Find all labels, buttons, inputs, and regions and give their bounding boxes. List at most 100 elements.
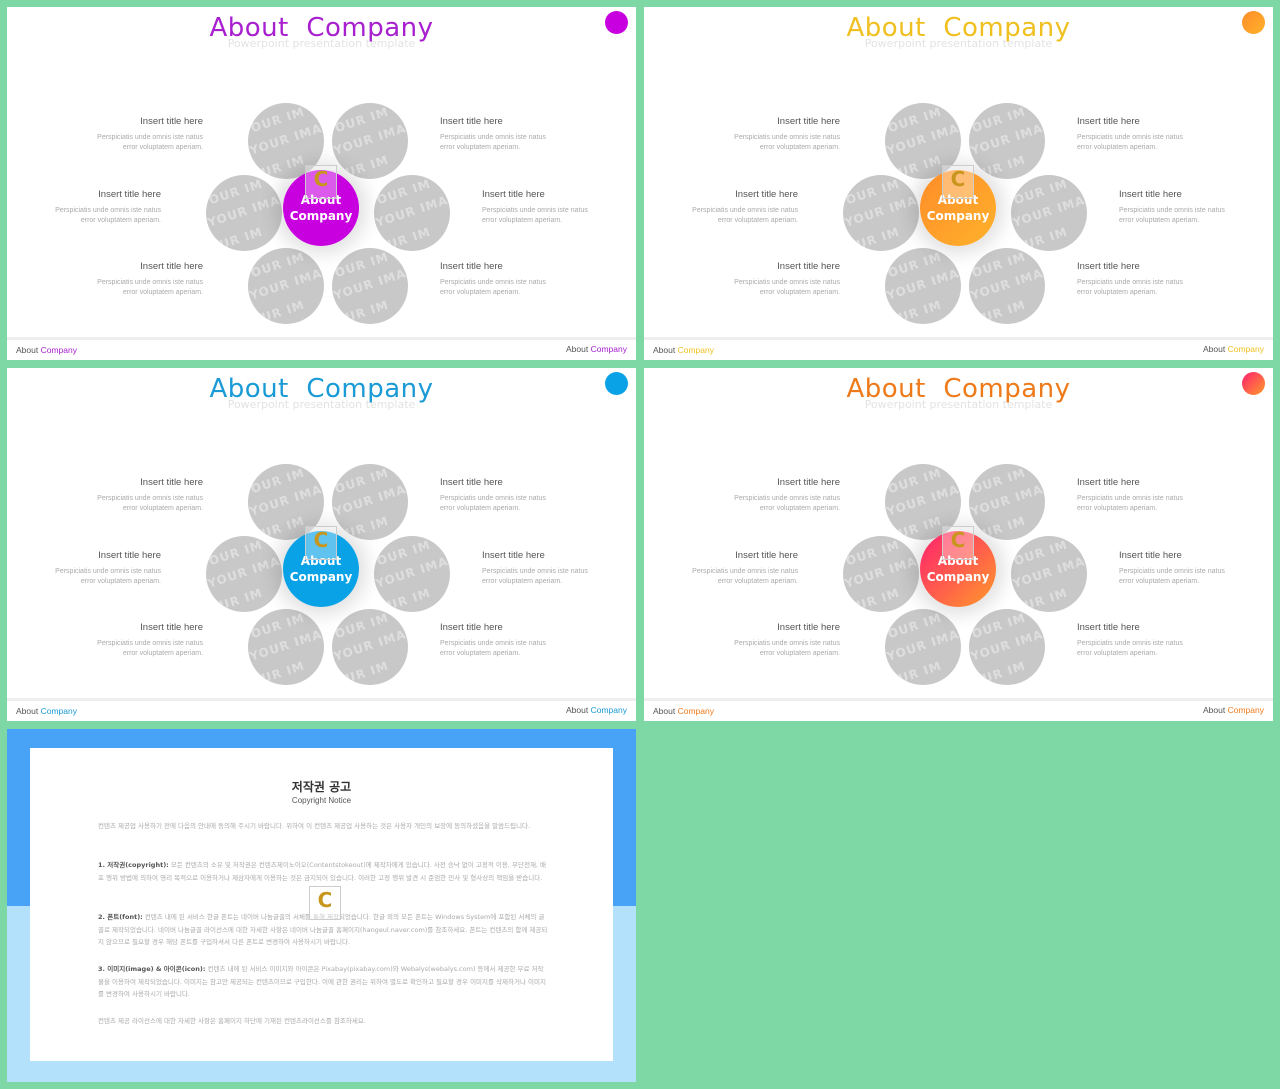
item-desc-line-2: error voluptatem aperiam.: [122, 505, 203, 512]
item-desc-line-2: error voluptatem aperiam.: [1077, 289, 1158, 296]
item-desc-line-1: Perspiciatis unde omnis iste natus: [55, 207, 161, 214]
item-title: Insert title here: [777, 477, 840, 488]
logo-icon: C: [942, 165, 974, 199]
image-placeholder[interactable]: YOUR IM E YOUR IMA YOUR IM: [248, 248, 324, 324]
item-desc-line-1: Perspiciatis unde omnis iste natus: [1119, 568, 1225, 575]
slide-subtitle: Powerpoint presentation template: [227, 398, 416, 411]
item-desc-line-1: Perspiciatis unde omnis iste natus: [734, 134, 840, 141]
text-item: Insert title here Perspiciatis unde omni…: [482, 189, 636, 226]
image-placeholder[interactable]: YOUR IM E YOUR IMA YOUR IM: [206, 175, 282, 251]
slide-footer: About Company About Company: [7, 698, 636, 721]
image-placeholder[interactable]: YOUR IM E YOUR IMA YOUR IM: [969, 464, 1045, 540]
accent-dot-icon: [605, 11, 628, 34]
footer-about: About: [653, 345, 676, 355]
footer-company: Company: [40, 706, 77, 716]
item-desc-line-1: Perspiciatis unde omnis iste natus: [734, 495, 840, 502]
item-title: Insert title here: [440, 477, 503, 488]
footer-right: About Company: [566, 705, 627, 715]
text-item: Insert title here Perspiciatis unde omni…: [43, 622, 203, 659]
slide-3: About Company Powerpoint presentation tem…: [7, 368, 636, 721]
footer-about: About: [653, 706, 676, 716]
item-title: Insert title here: [735, 550, 798, 561]
text-item: Insert title here Perspiciatis unde omni…: [1119, 550, 1273, 587]
image-placeholder[interactable]: YOUR IM E YOUR IMA YOUR IM: [843, 175, 919, 251]
footer-left: About Company: [16, 706, 77, 716]
item-desc-line-2: error voluptatem aperiam.: [1077, 144, 1158, 151]
item-title: Insert title here: [98, 550, 161, 561]
image-placeholder[interactable]: YOUR IM E YOUR IMA YOUR IM: [969, 609, 1045, 685]
image-placeholder[interactable]: YOUR IM E YOUR IMA YOUR IM: [374, 536, 450, 612]
footer-company: Company: [1227, 705, 1264, 715]
item-desc-line-1: Perspiciatis unde omnis iste natus: [440, 279, 546, 286]
item-desc-line-2: error voluptatem aperiam.: [1119, 217, 1200, 224]
footer-left: About Company: [653, 706, 714, 716]
text-item: Insert title here Perspiciatis unde omni…: [440, 622, 600, 659]
image-placeholder[interactable]: YOUR IM E YOUR IMA YOUR IM: [374, 175, 450, 251]
footer-right: About Company: [1203, 344, 1264, 354]
item-desc-line-1: Perspiciatis unde omnis iste natus: [97, 134, 203, 141]
text-item: Insert title here Perspiciatis unde omni…: [440, 116, 600, 153]
item-desc-line-2: error voluptatem aperiam.: [759, 505, 840, 512]
item-title: Insert title here: [1077, 477, 1140, 488]
image-placeholder[interactable]: YOUR IM E YOUR IMA YOUR IM: [248, 609, 324, 685]
footer-company: Company: [590, 705, 627, 715]
item-desc-line-2: error voluptatem aperiam.: [440, 144, 521, 151]
text-item: Insert title here Perspiciatis unde omni…: [680, 116, 840, 153]
image-placeholder[interactable]: YOUR IM E YOUR IMA YOUR IM: [206, 536, 282, 612]
text-item: Insert title here Perspiciatis unde omni…: [43, 477, 203, 514]
item-title: Insert title here: [440, 622, 503, 633]
item-desc-line-2: error voluptatem aperiam.: [122, 650, 203, 657]
item-title: Insert title here: [777, 116, 840, 127]
image-placeholder[interactable]: YOUR IM E YOUR IMA YOUR IM: [1011, 175, 1087, 251]
footer-right: About Company: [566, 344, 627, 354]
item-desc-line-2: error voluptatem aperiam.: [80, 217, 161, 224]
accent-dot-icon: [605, 372, 628, 395]
item-title: Insert title here: [440, 261, 503, 272]
text-item: Insert title here Perspiciatis unde omni…: [440, 477, 600, 514]
text-item: Insert title here Perspiciatis unde omni…: [644, 550, 798, 587]
image-placeholder[interactable]: YOUR IM E YOUR IMA YOUR IM: [969, 103, 1045, 179]
text-item: Insert title here Perspiciatis unde omni…: [7, 550, 161, 587]
text-item: Insert title here Perspiciatis unde omni…: [680, 261, 840, 298]
footer-left: About Company: [16, 345, 77, 355]
item-desc-line-2: error voluptatem aperiam.: [440, 505, 521, 512]
item-title: Insert title here: [1077, 622, 1140, 633]
item-desc-line-1: Perspiciatis unde omnis iste natus: [55, 568, 161, 575]
text-item: Insert title here Perspiciatis unde omni…: [1077, 116, 1237, 153]
copyright-title: 저작권 공고: [291, 780, 352, 794]
slide-1: About Company Powerpoint presentation tem…: [7, 7, 636, 360]
item-desc-line-1: Perspiciatis unde omnis iste natus: [482, 568, 588, 575]
item-desc-line-1: Perspiciatis unde omnis iste natus: [97, 279, 203, 286]
item-title: Insert title here: [98, 189, 161, 200]
footer-about: About: [566, 705, 589, 715]
footer-about: About: [566, 344, 589, 354]
item-desc-line-1: Perspiciatis unde omnis iste natus: [482, 207, 588, 214]
text-item: Insert title here Perspiciatis unde omni…: [43, 116, 203, 153]
image-placeholder[interactable]: YOUR IM E YOUR IMA YOUR IM: [843, 536, 919, 612]
item-desc-line-1: Perspiciatis unde omnis iste natus: [1077, 495, 1183, 502]
item-title: Insert title here: [1119, 189, 1182, 200]
image-placeholder[interactable]: YOUR IM E YOUR IMA YOUR IM: [969, 248, 1045, 324]
image-placeholder[interactable]: YOUR IM E YOUR IMA YOUR IM: [885, 609, 961, 685]
footer-company: Company: [1227, 344, 1264, 354]
image-placeholder[interactable]: YOUR IM E YOUR IMA YOUR IM: [332, 103, 408, 179]
image-placeholder[interactable]: YOUR IM E YOUR IMA YOUR IM: [332, 464, 408, 540]
item-desc-line-2: error voluptatem aperiam.: [759, 144, 840, 151]
item-desc-line-1: Perspiciatis unde omnis iste natus: [692, 568, 798, 575]
section-1-heading: 1. 저작권(copyright):: [98, 861, 169, 869]
footer-about: About: [1203, 705, 1226, 715]
item-title: Insert title here: [140, 622, 203, 633]
text-item: Insert title here Perspiciatis unde omni…: [680, 477, 840, 514]
copyright-section-3: 3. 이미지(image) & 아이콘(icon): 컨텐츠 내에 된 서비스 …: [98, 963, 548, 1001]
text-item: Insert title here Perspiciatis unde omni…: [482, 550, 636, 587]
image-placeholder[interactable]: YOUR IM E YOUR IMA YOUR IM: [1011, 536, 1087, 612]
footer-company: Company: [677, 345, 714, 355]
item-title: Insert title here: [140, 477, 203, 488]
item-title: Insert title here: [1119, 550, 1182, 561]
slide-subtitle: Powerpoint presentation template: [227, 37, 416, 50]
footer-right: About Company: [1203, 705, 1264, 715]
text-item: Insert title here Perspiciatis unde omni…: [440, 261, 600, 298]
image-placeholder[interactable]: YOUR IM E YOUR IMA YOUR IM: [885, 248, 961, 324]
image-placeholder[interactable]: YOUR IM E YOUR IMA YOUR IM: [332, 609, 408, 685]
image-placeholder[interactable]: YOUR IM E YOUR IMA YOUR IM: [332, 248, 408, 324]
